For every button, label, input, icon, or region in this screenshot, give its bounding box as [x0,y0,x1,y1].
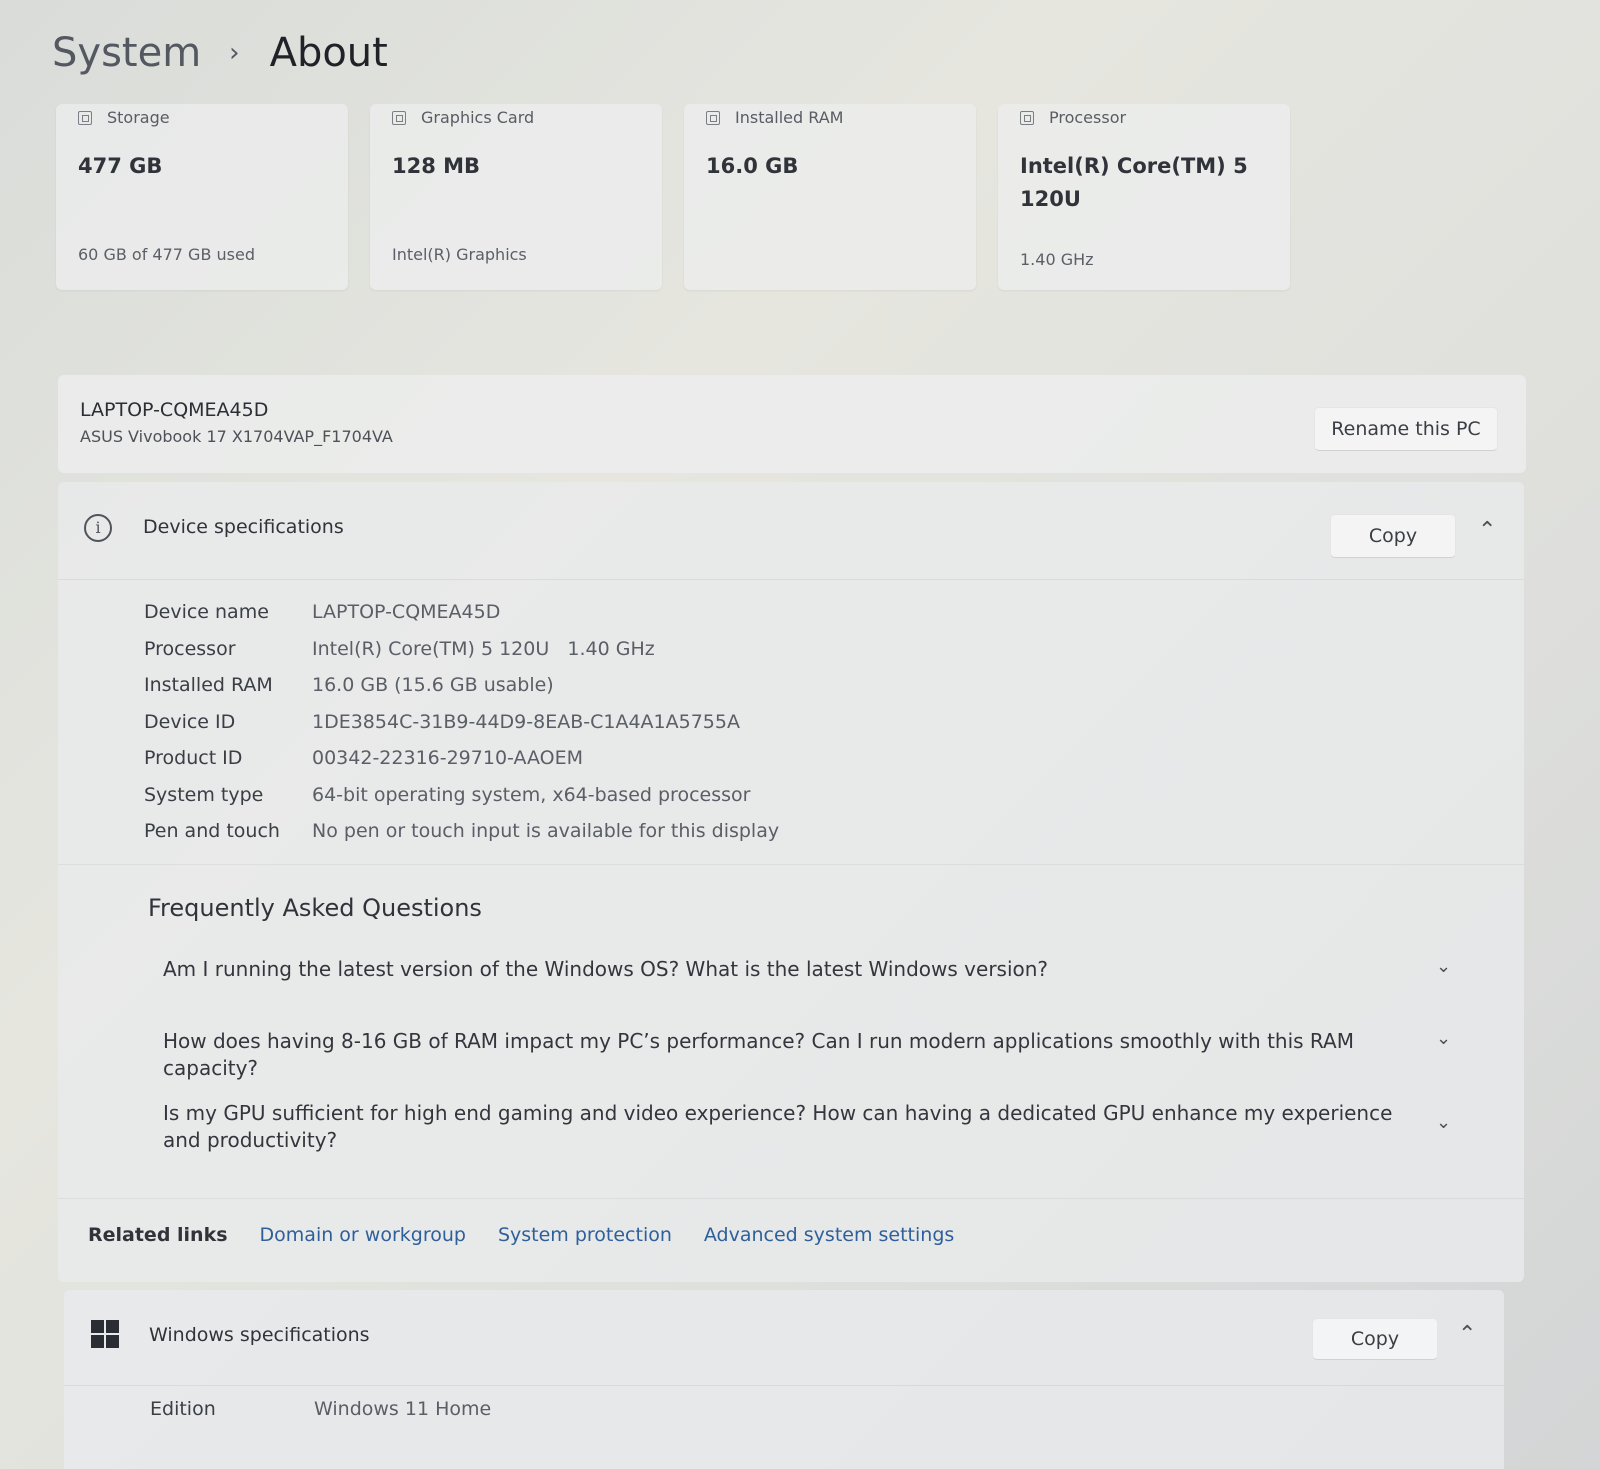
spec-value: LAPTOP-CQMEA45D [312,601,501,624]
spec-value: Windows 11 Home [314,1398,492,1420]
pc-name-panel: LAPTOP-CQMEA45D ASUS Vivobook 17 X1704VA… [58,375,1526,473]
spec-label: Device ID [144,710,236,733]
domain-or-workgroup-link[interactable]: Domain or workgroup [260,1224,466,1246]
divider [64,1385,1504,1386]
chevron-down-icon[interactable]: ⌄ [1436,956,1451,977]
storage-icon [78,110,92,125]
chevron-up-icon[interactable]: ⌃ [1478,518,1496,543]
processor-card[interactable]: Processor Intel(R) Core(TM) 5 120U 1.40 … [998,104,1290,290]
graphics-card-card[interactable]: Graphics Card 128 MB Intel(R) Graphics [370,104,662,290]
pc-model: ASUS Vivobook 17 X1704VAP_F1704VA [80,427,393,446]
processor-icon [1020,110,1034,125]
chevron-down-icon[interactable]: ⌄ [1436,1112,1451,1133]
windows-logo-icon [91,1320,119,1348]
faq-item[interactable]: How does having 8-16 GB of RAM impact my… [163,1028,1413,1082]
graphics-card-icon [392,110,406,125]
spec-label: System type [144,783,264,806]
spec-value: Intel(R) Core(TM) 5 120U 1.40 GHz [312,637,655,660]
processor-card-header: Processor [1020,108,1126,127]
device-specifications-panel: i Device specifications Copy ⌃ Device na… [58,482,1524,1282]
breadcrumb-system[interactable]: System [52,30,201,76]
spec-value: 16.0 GB (15.6 GB usable) [312,674,554,697]
spec-value: No pen or touch input is available for t… [312,820,780,843]
windows-specifications-title[interactable]: Windows specifications [149,1324,370,1346]
divider [58,1198,1524,1199]
storage-card-value: 477 GB [78,154,163,178]
spec-row-edition: Edition Windows 11 Home [150,1398,491,1420]
spec-row-system-type: System type 64-bit operating system, x64… [144,777,779,814]
spec-value: 64-bit operating system, x64-based proce… [312,783,751,806]
spec-row-product-id: Product ID 00342-22316-29710-AAOEM [144,740,779,777]
related-links: Related links Domain or workgroup System… [88,1224,986,1246]
spec-label: Pen and touch [144,820,280,843]
spec-label: Processor [144,637,236,660]
graphics-card-header: Graphics Card [392,108,534,127]
ram-icon [706,110,720,125]
info-icon: i [84,514,112,542]
processor-card-value: Intel(R) Core(TM) 5 120U [1020,154,1248,211]
spec-row-device-id: Device ID 1DE3854C-31B9-44D9-8EAB-C1A4A1… [144,704,779,741]
breadcrumb-separator: › [229,38,240,68]
graphics-card-value: 128 MB [392,154,481,178]
faq-item[interactable]: Am I running the latest version of the W… [163,956,1413,983]
spec-label: Product ID [144,747,243,770]
spec-label: Edition [150,1398,216,1420]
windows-specifications-panel: Windows specifications Copy ⌃ Edition Wi… [64,1290,1504,1469]
spec-row-device-name: Device name LAPTOP-CQMEA45D [144,594,779,631]
copy-device-specs-button[interactable]: Copy [1330,514,1456,558]
storage-card-header: Storage [78,108,170,127]
ram-card-title: Installed RAM [735,108,844,127]
chevron-up-icon[interactable]: ⌃ [1458,1322,1476,1347]
spec-label: Device name [144,601,269,624]
graphics-card-sub: Intel(R) Graphics [392,245,527,264]
storage-card[interactable]: Storage 477 GB 60 GB of 477 GB used [56,104,348,290]
ram-card[interactable]: Installed RAM 16.0 GB [684,104,976,290]
copy-windows-specs-button[interactable]: Copy [1312,1318,1438,1360]
rename-pc-button[interactable]: Rename this PC [1314,407,1498,451]
chevron-down-icon[interactable]: ⌄ [1436,1028,1451,1049]
faq-title: Frequently Asked Questions [148,894,482,922]
device-specifications-header[interactable]: i Device specifications Copy ⌃ [58,482,1524,580]
advanced-system-settings-link[interactable]: Advanced system settings [704,1224,954,1246]
ram-card-value: 16.0 GB [706,154,799,178]
storage-card-sub: 60 GB of 477 GB used [78,245,255,264]
page-title: About [269,30,388,76]
graphics-card-title: Graphics Card [421,108,535,127]
spec-row-processor: Processor Intel(R) Core(TM) 5 120U 1.40 … [144,631,779,668]
related-links-label: Related links [88,1224,228,1246]
spec-row-installed-ram: Installed RAM 16.0 GB (15.6 GB usable) [144,667,779,704]
divider [58,864,1524,865]
faq-item[interactable]: Is my GPU sufficient for high end gaming… [163,1100,1413,1154]
spec-row-pen-and-touch: Pen and touch No pen or touch input is a… [144,813,779,850]
breadcrumb: System › About [52,30,388,76]
processor-card-title: Processor [1049,108,1127,127]
processor-card-sub: 1.40 GHz [1020,250,1094,269]
ram-card-header: Installed RAM [706,108,843,127]
pc-name: LAPTOP-CQMEA45D [80,399,269,421]
spec-label: Installed RAM [144,674,273,697]
spec-value: 1DE3854C-31B9-44D9-8EAB-C1A4A1A5755A [312,710,740,733]
storage-card-title: Storage [107,108,170,127]
system-protection-link[interactable]: System protection [498,1224,672,1246]
spec-value: 00342-22316-29710-AAOEM [312,747,584,770]
device-specifications-title: Device specifications [143,516,344,538]
device-spec-list: Device name LAPTOP-CQMEA45D Processor In… [144,594,779,850]
